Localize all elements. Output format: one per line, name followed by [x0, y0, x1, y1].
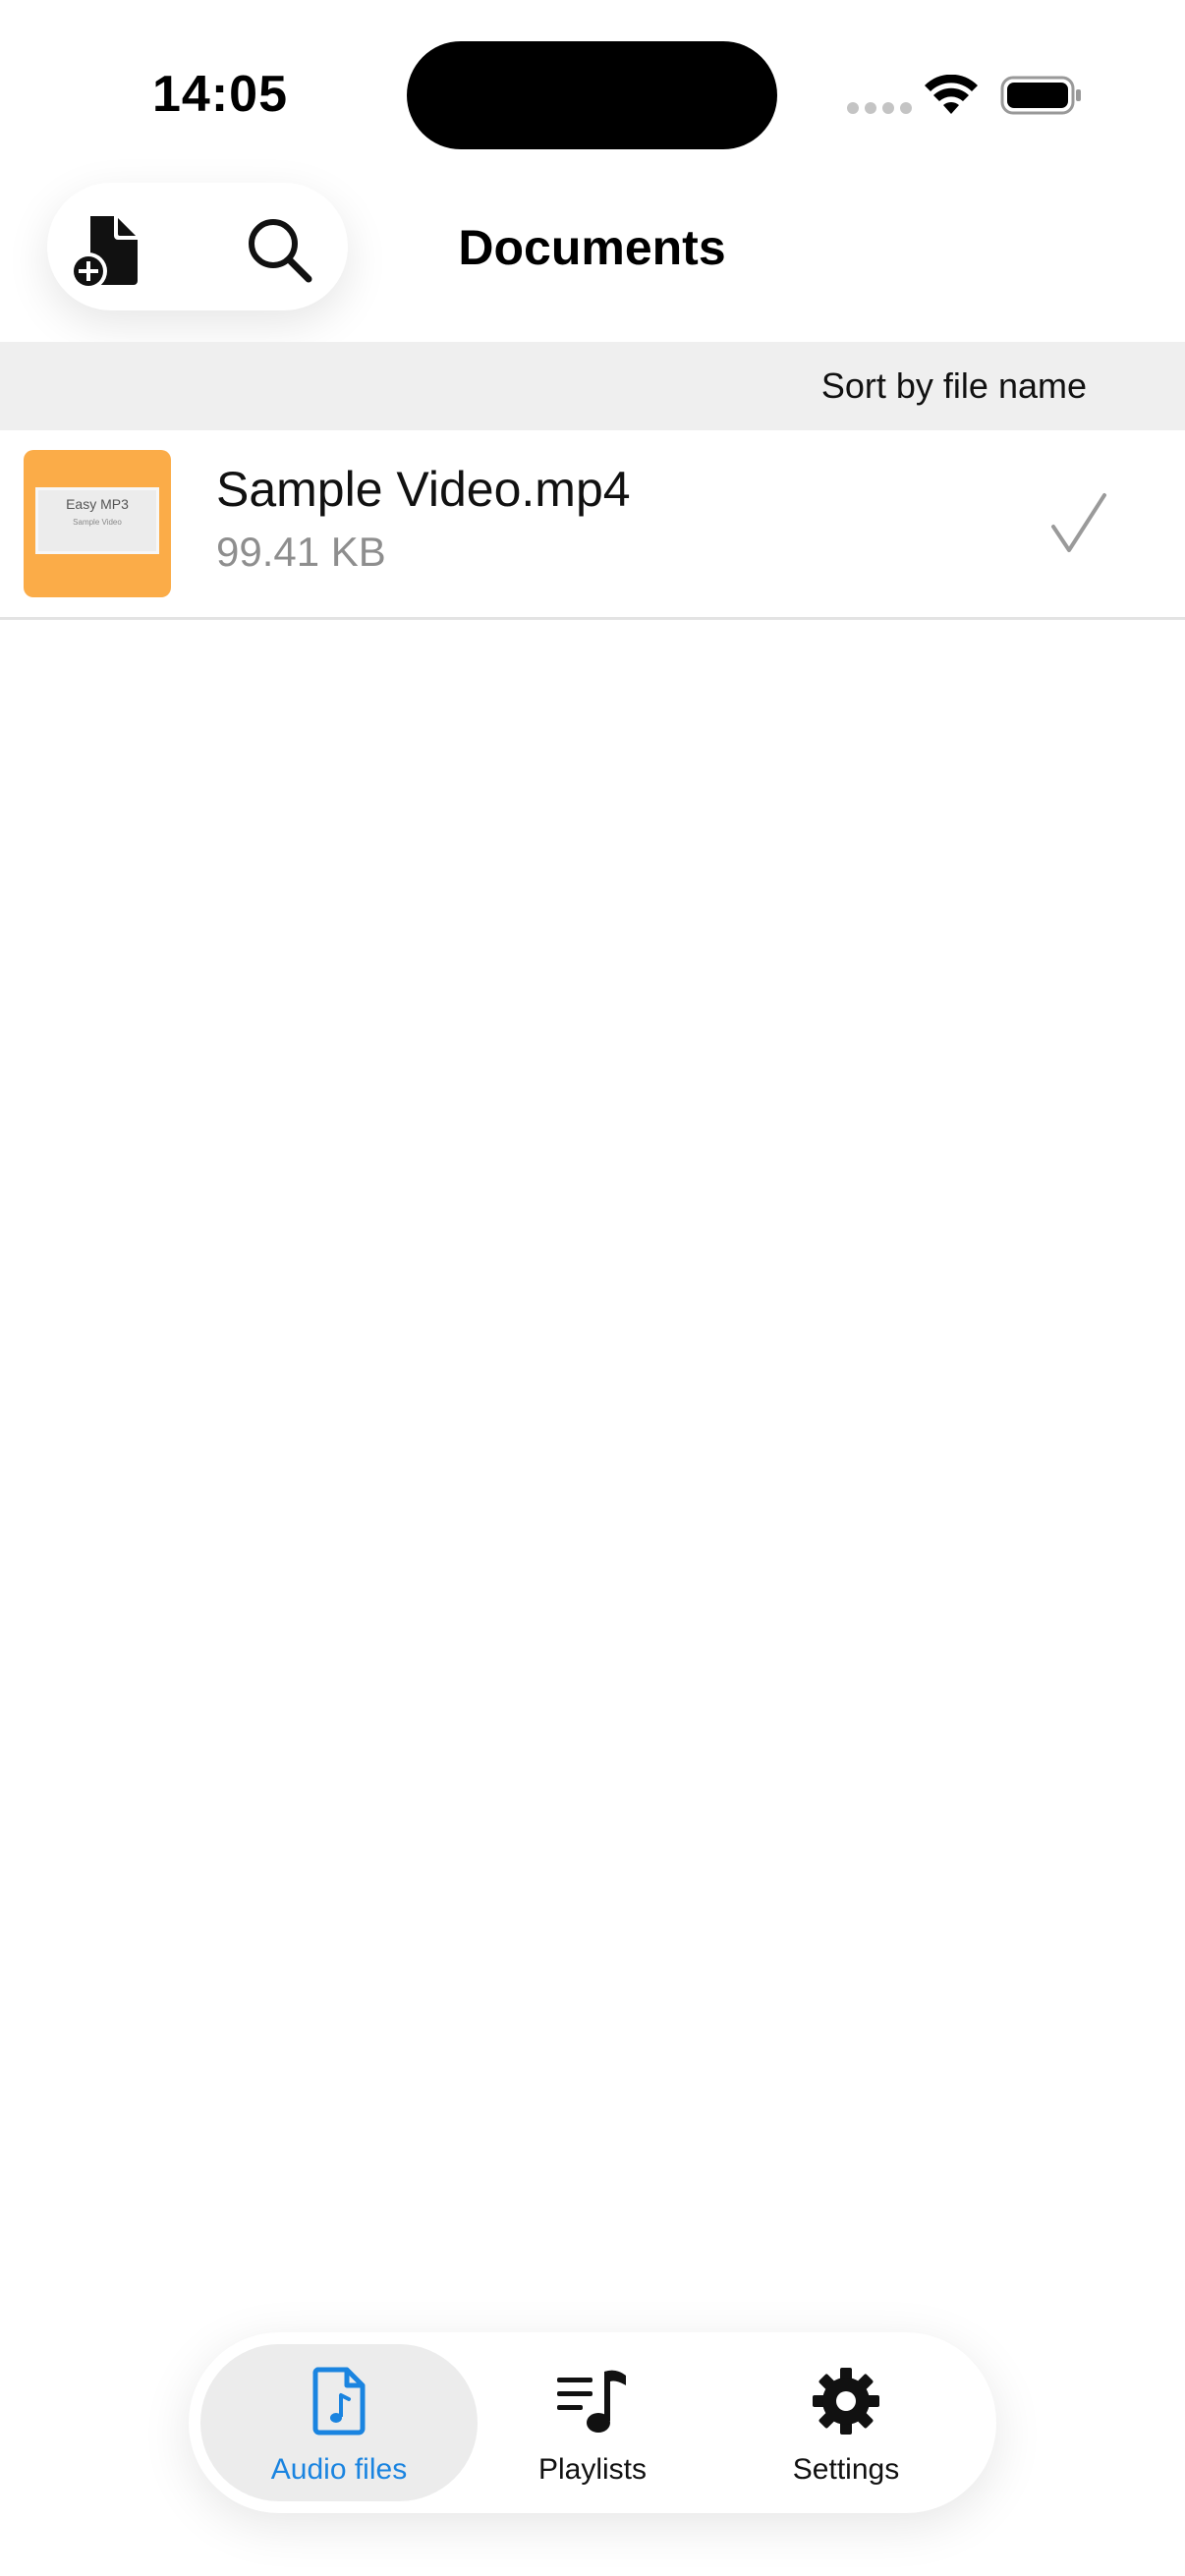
file-name: Sample Video.mp4: [216, 462, 631, 517]
file-thumbnail: Easy MP3 Sample Video: [24, 450, 171, 597]
gear-icon: [807, 2362, 885, 2440]
thumbnail-title: Easy MP3: [66, 496, 129, 512]
screen: 14:05 Documents Sort by file name Easy M…: [0, 0, 1185, 2576]
tab-audio-files[interactable]: Audio files: [200, 2344, 478, 2501]
page-title: Documents: [458, 220, 726, 275]
thumbnail-subtitle: Sample Video: [73, 518, 122, 527]
thumbnail-frame: Easy MP3 Sample Video: [35, 487, 159, 554]
playlist-icon: [553, 2362, 632, 2440]
search-button[interactable]: [238, 208, 320, 291]
status-time: 14:05: [152, 66, 288, 123]
sort-bar: Sort by file name: [0, 342, 1185, 430]
tab-label: Playlists: [537, 2453, 648, 2486]
tab-playlists[interactable]: Playlists: [454, 2344, 731, 2501]
tab-bar: Audio files Playlists Settings: [189, 2332, 996, 2513]
add-document-button[interactable]: [67, 210, 149, 293]
tab-label: Settings: [792, 2453, 900, 2486]
music-file-icon: [300, 2362, 378, 2440]
checkmark-icon[interactable]: [1049, 491, 1108, 556]
tab-label: Audio files: [270, 2453, 408, 2486]
file-row[interactable]: Easy MP3 Sample Video Sample Video.mp4 9…: [0, 430, 1185, 620]
sort-button[interactable]: Sort by file name: [821, 342, 1087, 430]
cellular-signal-icon: [847, 102, 912, 114]
file-size: 99.41 KB: [216, 529, 386, 575]
tab-settings[interactable]: Settings: [707, 2344, 985, 2501]
search-icon: [249, 219, 312, 283]
battery-icon: [1000, 76, 1081, 115]
add-document-icon: [70, 216, 138, 290]
dynamic-island: [407, 41, 777, 149]
wifi-icon: [925, 75, 978, 114]
